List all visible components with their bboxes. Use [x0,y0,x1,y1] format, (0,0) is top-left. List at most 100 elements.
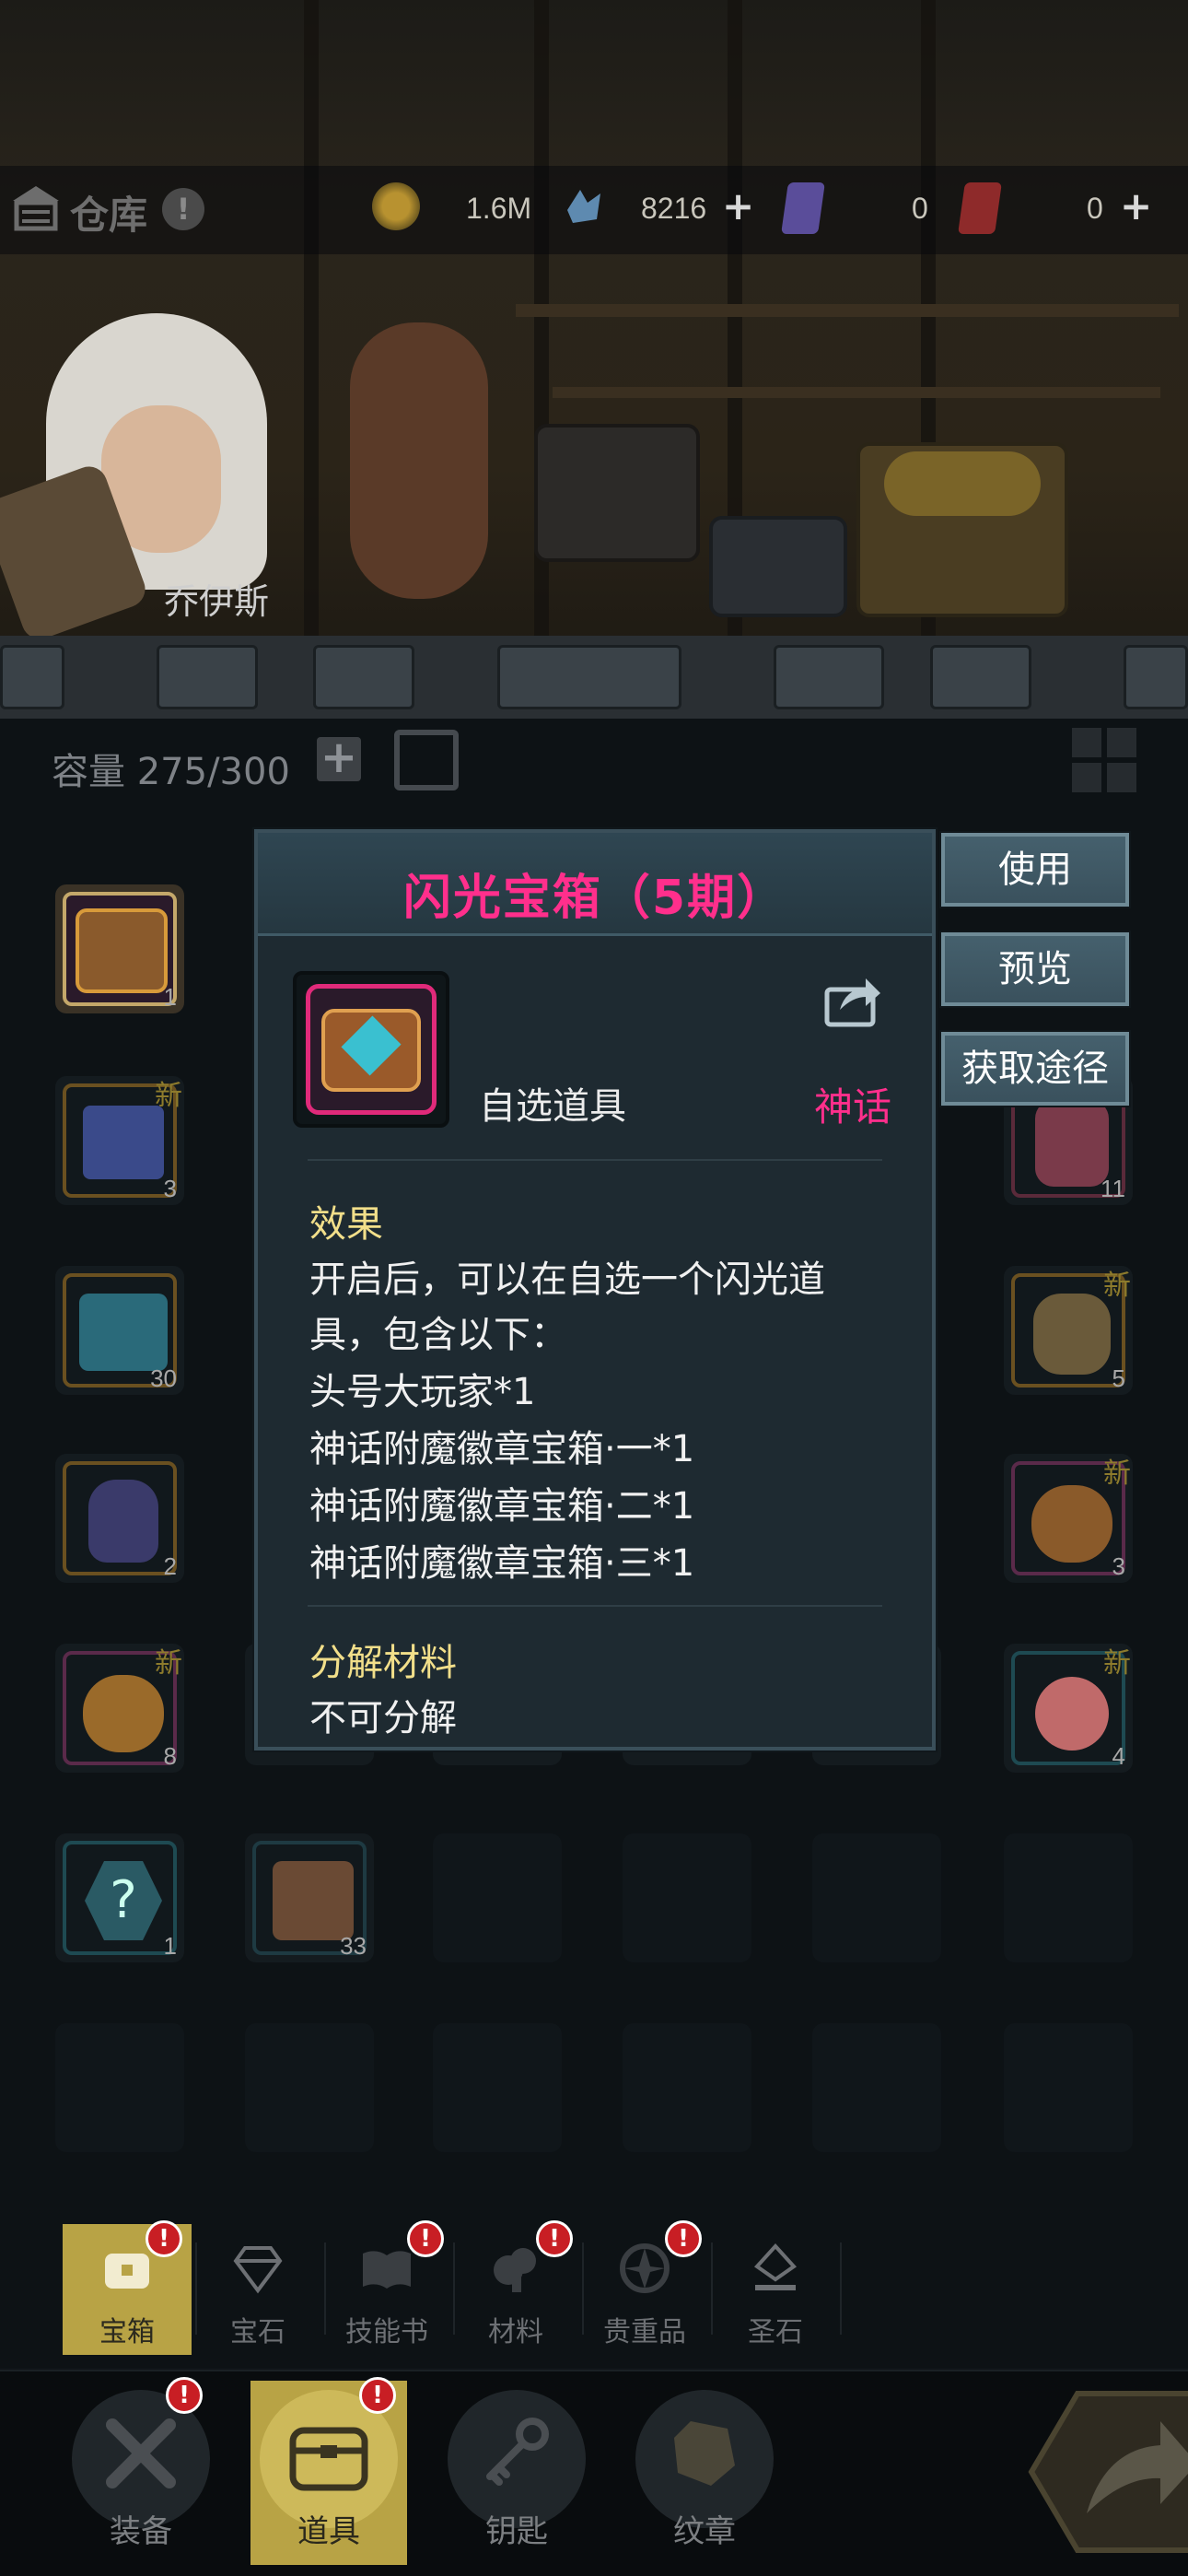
equipment-icon [106,2418,176,2488]
character-name: 乔伊斯 [163,581,269,622]
decor-chest [709,516,847,617]
item-count: 1 [163,1932,177,1960]
item-icon [289,2427,368,2491]
info-icon[interactable]: ! [162,188,204,230]
tab-skill-book[interactable]: ! 技能书 [322,2220,451,2355]
inventory-slot[interactable]: 新 5 [1004,1266,1133,1395]
coin-bag-icon [83,1675,164,1752]
item-frame [63,1461,177,1575]
inventory-slot[interactable]: 新 3 [1004,1454,1133,1583]
new-tag: 新 [1103,1458,1131,1490]
bench-segment [774,645,884,709]
inventory-slot[interactable]: 2 [55,1454,184,1583]
chest-icon [105,2254,149,2289]
nav-label: 纹章 [673,2513,736,2550]
add-crystal-button[interactable]: + [722,187,754,226]
tab-label: 材料 [488,2316,543,2348]
jar-icon [1033,1294,1111,1375]
alert-badge: ! [665,2220,702,2257]
flash-chest-icon [306,984,437,1115]
bench-segment [0,645,64,709]
effect-line: 具，包含以下： [309,1314,567,1356]
inventory-slot[interactable]: 新 4 [1004,1644,1133,1773]
divider [308,1159,882,1161]
inventory-slot[interactable]: 1 [55,884,184,1013]
flash-chest-item [63,892,177,1006]
chest-icon [76,908,168,993]
inventory-slot[interactable]: 新 8 [55,1644,184,1773]
effect-line: 头号大玩家*1 [309,1371,536,1413]
nav-label: 道具 [297,2513,360,2550]
item-detail-popup: 闪光宝箱（5期） 自选道具 神话 效果 开启后，可以在自选一个闪光道 具，包含以… [254,829,936,1751]
alert-badge: ! [166,2377,203,2414]
obtain-source-button[interactable]: 获取途径 [941,1032,1129,1106]
alert-badge: ! [407,2220,444,2257]
inventory-slot[interactable]: ? 1 [55,1833,184,1962]
tab-chest[interactable]: ! 宝箱 [63,2220,192,2355]
empty-slot [433,1833,562,1962]
item-count: 4 [1112,1742,1125,1770]
item-count: 5 [1112,1364,1125,1392]
capacity-value: 275/300 [136,751,290,793]
bench-segment [313,645,414,709]
calendar-icon[interactable] [394,730,459,790]
tab-holy-stone[interactable]: 圣石 [711,2224,840,2355]
empty-slot [623,1833,751,1962]
decor-chest [534,424,700,562]
effect-line: 开启后，可以在自选一个闪光道 [309,1259,825,1301]
preview-button[interactable]: 预览 [941,932,1129,1006]
crystal-amount: 8216 [641,192,707,225]
item-count: 11 [1101,1175,1125,1202]
bench-segment [930,645,1031,709]
add-card-button[interactable]: + [1120,187,1152,226]
cyan-chest-icon [79,1294,168,1371]
gem-icon [233,2246,283,2294]
empty-slot [623,2023,751,2152]
card-b-amount: 0 [1087,192,1103,225]
item-type: 自选道具 [479,1085,626,1128]
tab-label: 宝石 [230,2316,285,2348]
inventory-slot[interactable]: 33 [245,1833,374,1962]
nav-keys[interactable]: 钥匙 [438,2381,595,2565]
box-icon [273,1861,354,1940]
item-count: 3 [163,1175,177,1202]
nav-equipment[interactable]: ! 装备 [63,2377,219,2565]
effect-title: 效果 [309,1203,383,1246]
book-icon [363,2251,411,2289]
empty-slot [812,2023,941,2152]
popup-title: 闪光宝箱（5期） [402,871,787,926]
new-tag: 新 [155,1647,182,1680]
tab-material[interactable]: ! 材料 [451,2220,580,2355]
use-button[interactable]: 使用 [941,833,1129,907]
nav-label: 装备 [110,2513,172,2550]
tab-gem[interactable]: 宝石 [193,2224,322,2355]
coin-bag-icon [1031,1485,1112,1563]
item-count: 33 [340,1932,367,1960]
bench-segment [157,645,258,709]
item-frame: ? [63,1841,177,1955]
tab-label: 宝箱 [99,2316,155,2348]
item-count: 2 [163,1552,177,1580]
item-count: 3 [1112,1552,1125,1580]
nav-emblem[interactable]: 纹章 [626,2381,783,2565]
card-a-amount: 0 [912,192,928,225]
alert-badge: ! [536,2220,573,2257]
inventory-slot[interactable]: 新 3 [55,1076,184,1205]
decompose-title: 分解材料 [309,1642,457,1684]
expand-capacity-button[interactable]: + [317,735,361,781]
share-icon[interactable] [823,973,882,1028]
next-arrow-icon[interactable] [1022,2384,1188,2559]
nav-items[interactable]: ! 道具 [250,2377,407,2565]
empty-slot [812,1833,941,1962]
bench-segment [497,645,681,709]
empty-slot [1004,2023,1133,2152]
scene-pillar [304,0,319,645]
tab-valuables[interactable]: ! 贵重品 [580,2220,709,2355]
warehouse-icon [13,186,59,231]
effect-line: 神话附魔徽章宝箱·一*1 [309,1428,695,1470]
grid-view-icon[interactable] [1072,728,1136,792]
bench-segment [1124,645,1188,709]
inventory-slot[interactable]: 30 [55,1266,184,1395]
gold-coin-icon [372,182,420,230]
page-title: 仓库 [70,193,148,238]
